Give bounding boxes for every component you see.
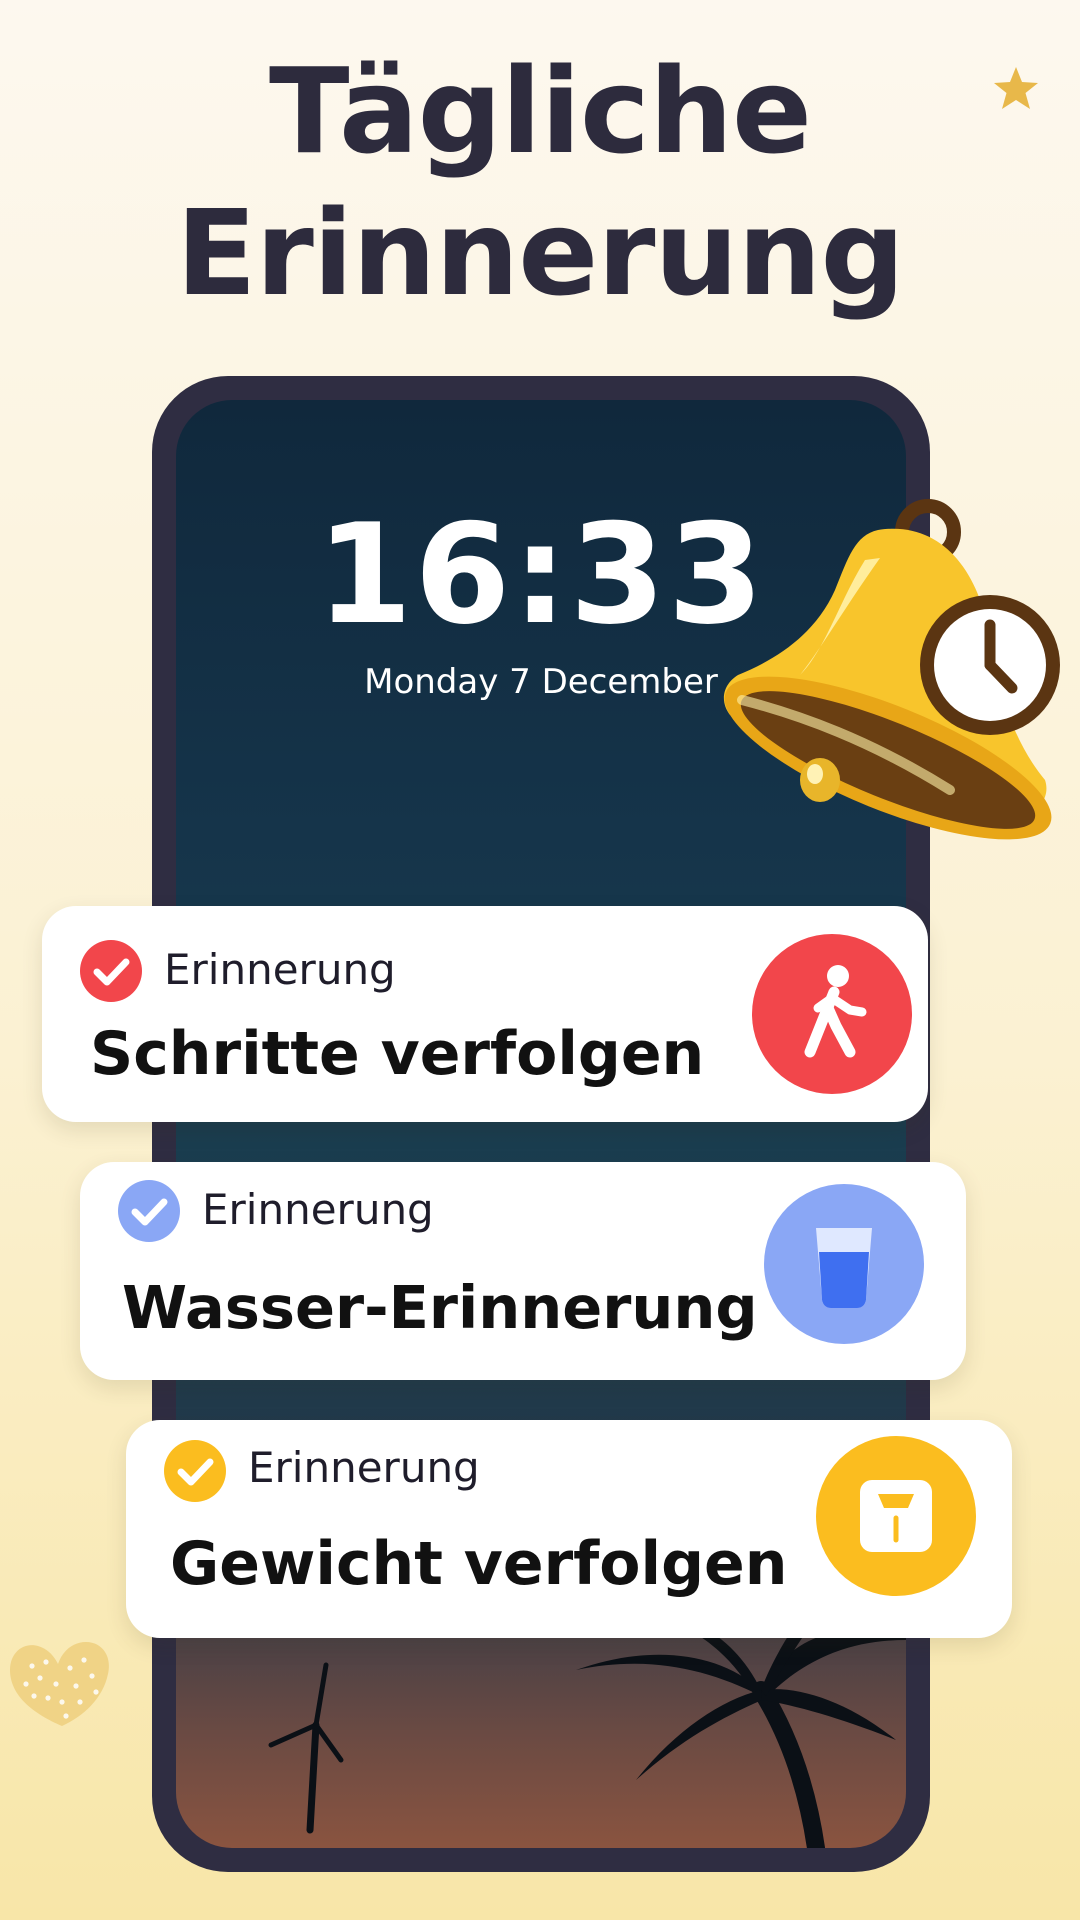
- check-circle-icon: [118, 1180, 180, 1242]
- page-title-line-2: Erinnerung: [176, 184, 905, 322]
- check-circle-icon: [80, 940, 142, 1002]
- star-icon: [994, 67, 1038, 109]
- reminder-title: Gewicht verfolgen: [170, 1529, 788, 1599]
- water-glass-icon: [764, 1184, 924, 1344]
- reminder-card-weight[interactable]: Erinnerung Gewicht verfolgen: [126, 1420, 1012, 1638]
- reminder-title: Wasser-Erinnerung: [122, 1273, 758, 1342]
- heart-icon: [10, 1642, 109, 1726]
- bell-icon: [723, 499, 1060, 840]
- page-title-line-1: Tägliche: [268, 42, 812, 180]
- reminder-title: Schritte verfolgen: [90, 1019, 705, 1089]
- check-circle-icon: [164, 1440, 226, 1502]
- weight-scale-icon: [816, 1436, 976, 1596]
- clock-icon: [920, 595, 1060, 735]
- reminder-label: Erinnerung: [164, 945, 396, 994]
- reminder-label: Erinnerung: [202, 1185, 434, 1234]
- walking-person-icon: [752, 934, 912, 1094]
- reminder-card-water[interactable]: Erinnerung Wasser-Erinnerung: [80, 1162, 966, 1380]
- page-title: Tägliche Erinnerung: [0, 40, 1080, 324]
- reminder-label: Erinnerung: [248, 1443, 480, 1492]
- reminder-card-steps[interactable]: Erinnerung Schritte verfolgen: [42, 906, 928, 1122]
